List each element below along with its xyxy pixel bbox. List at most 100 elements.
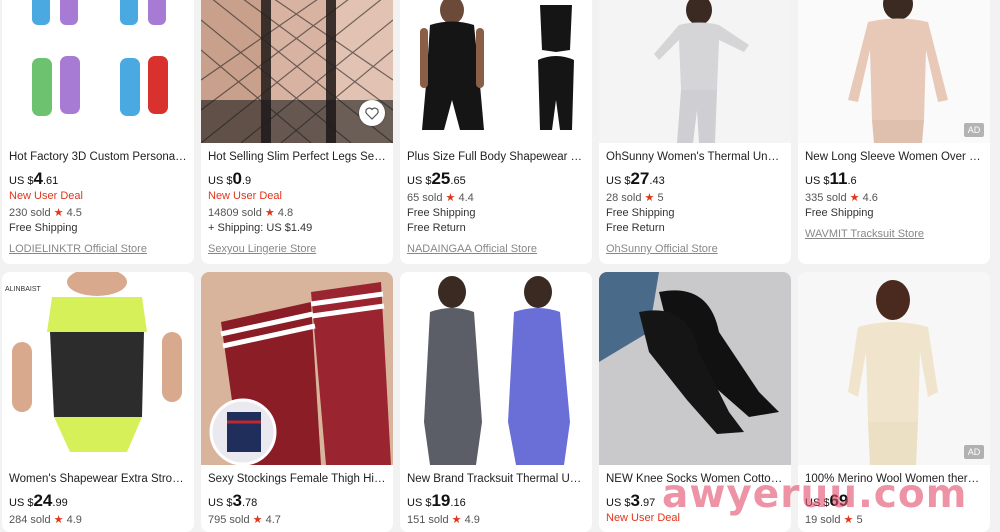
price-integer: 0	[232, 169, 242, 188]
watermark: awyeruu.com	[662, 472, 968, 517]
new-user-deal-label: New User Deal	[208, 190, 282, 202]
sold-count: 14809 sold	[208, 207, 265, 219]
product-image[interactable]	[599, 272, 791, 465]
product-card[interactable]: New Brand Tracksuit Thermal Und... US $19…	[400, 272, 592, 532]
store-link[interactable]: Sexyou Lingerie Store	[208, 242, 387, 257]
price-currency: US $	[805, 175, 830, 187]
product-info: Hot Selling Slim Perfect Legs Sexy ... US…	[208, 150, 387, 257]
product-card[interactable]: ALINBAIST Women's Shapewear Extra Strong …	[2, 272, 194, 532]
product-price: US $19.16	[407, 491, 586, 511]
product-title[interactable]: Hot Selling Slim Perfect Legs Sexy ...	[208, 150, 387, 164]
product-price: US $11.6	[805, 169, 984, 189]
product-info: Plus Size Full Body Shapewear Tu... US $2…	[407, 150, 586, 257]
product-title[interactable]: New Long Sleeve Women Over Siz...	[805, 150, 984, 164]
rating-value: 4.6	[859, 192, 878, 204]
product-price: US $24.99	[9, 491, 188, 511]
price-decimal: .6	[847, 175, 857, 187]
product-title[interactable]: Plus Size Full Body Shapewear Tu...	[407, 150, 586, 164]
shipping-info: Free Shipping	[606, 207, 675, 219]
product-image[interactable]	[400, 272, 592, 465]
product-card[interactable]: AD New Long Sleeve Women Over Siz... US $1…	[798, 0, 990, 264]
product-info: Sexy Stockings Female Thigh High ... US $…	[208, 472, 387, 528]
star-icon: ★	[252, 514, 263, 526]
new-user-deal-label: New User Deal	[9, 190, 83, 202]
price-currency: US $	[9, 497, 34, 509]
shipping-info: + Shipping: US $1.49	[208, 222, 313, 234]
product-image[interactable]	[400, 0, 592, 143]
sales-rating: 230 sold ★ 4.5	[9, 205, 188, 221]
star-icon: ★	[53, 514, 64, 526]
price-integer: 25	[431, 169, 451, 188]
product-price: US $0.9	[208, 169, 387, 189]
price-integer: 24	[33, 491, 53, 510]
sales-rating: 151 sold ★ 4.9	[407, 512, 586, 528]
sold-count: 151 sold	[407, 514, 452, 526]
sold-count: 335 sold	[805, 192, 850, 204]
price-currency: US $	[9, 175, 34, 187]
price-currency: US $	[407, 497, 432, 509]
product-image[interactable]	[2, 0, 194, 143]
rating-value: 4.9	[461, 514, 480, 526]
product-image[interactable]	[201, 272, 393, 465]
store-link[interactable]: OhSunny Official Store	[606, 242, 785, 257]
rating-value: 4.4	[455, 192, 474, 204]
sold-count: 284 sold	[9, 514, 54, 526]
product-info: New Long Sleeve Women Over Siz... US $11.…	[805, 150, 984, 242]
brand-mark-text: ALINBAIST	[5, 286, 41, 293]
star-icon: ★	[451, 514, 462, 526]
price-integer: 27	[630, 169, 650, 188]
product-card[interactable]: Hot Selling Slim Perfect Legs Sexy ... US…	[201, 0, 393, 264]
sold-count: 230 sold	[9, 207, 54, 219]
sales-rating: 795 sold ★ 4.7	[208, 512, 387, 528]
shipping-info: Free Return	[407, 222, 466, 234]
product-price: US $27.43	[606, 169, 785, 189]
product-image[interactable]	[2, 272, 194, 465]
product-card[interactable]: Plus Size Full Body Shapewear Tu... US $2…	[400, 0, 592, 264]
product-card[interactable]: Hot Factory 3D Custom Personalit... US $4…	[2, 0, 194, 264]
product-price: US $25.65	[407, 169, 586, 189]
product-image[interactable]	[798, 0, 990, 143]
price-decimal: .16	[450, 497, 466, 509]
star-icon: ★	[264, 207, 275, 219]
price-integer: 11	[829, 169, 848, 188]
price-currency: US $	[606, 497, 631, 509]
price-decimal: .65	[450, 175, 466, 187]
price-decimal: .43	[649, 175, 665, 187]
sales-rating: 14809 sold ★ 4.8	[208, 205, 387, 221]
price-decimal: .61	[42, 175, 59, 187]
sold-count: 795 sold	[208, 514, 253, 526]
price-decimal: .97	[639, 497, 656, 509]
shipping-info: Free Shipping	[407, 207, 476, 219]
product-card[interactable]: OhSunny Women's Thermal Under... US $27.4…	[599, 0, 791, 264]
product-info: Women's Shapewear Extra Strong ... US $24…	[9, 472, 188, 528]
product-title[interactable]: New Brand Tracksuit Thermal Und...	[407, 472, 586, 486]
price-currency: US $	[208, 497, 233, 509]
price-integer: 19	[431, 491, 451, 510]
heart-icon[interactable]	[359, 100, 385, 126]
price-currency: US $	[606, 175, 631, 187]
product-title[interactable]: Women's Shapewear Extra Strong ...	[9, 472, 188, 486]
store-link[interactable]: NADAINGAA Official Store	[407, 242, 586, 257]
product-title[interactable]: Hot Factory 3D Custom Personalit...	[9, 150, 188, 164]
product-title[interactable]: Sexy Stockings Female Thigh High ...	[208, 472, 387, 486]
product-image[interactable]	[798, 272, 990, 465]
price-decimal: .78	[241, 497, 258, 509]
price-integer: 3	[630, 491, 640, 510]
product-card[interactable]: Sexy Stockings Female Thigh High ... US $…	[201, 272, 393, 532]
store-link[interactable]: LODIELINKTR Official Store	[9, 242, 188, 257]
price-currency: US $	[407, 175, 432, 187]
store-link[interactable]: WAVMIT Tracksuit Store	[805, 227, 984, 242]
ad-badge: AD	[964, 123, 984, 137]
product-title[interactable]: OhSunny Women's Thermal Under...	[606, 150, 785, 164]
product-price: US $3.78	[208, 491, 387, 511]
product-info: OhSunny Women's Thermal Under... US $27.4…	[606, 150, 785, 257]
sold-count: 65 sold	[407, 192, 446, 204]
rating-value: 5	[654, 192, 664, 204]
sold-count: 28 sold	[606, 192, 645, 204]
price-integer: 3	[232, 491, 242, 510]
rating-value: 4.9	[63, 514, 82, 526]
price-integer: 4	[33, 169, 43, 188]
product-image[interactable]	[599, 0, 791, 143]
sales-rating: 65 sold ★ 4.4	[407, 190, 586, 206]
shipping-info: Free Return	[606, 222, 665, 234]
